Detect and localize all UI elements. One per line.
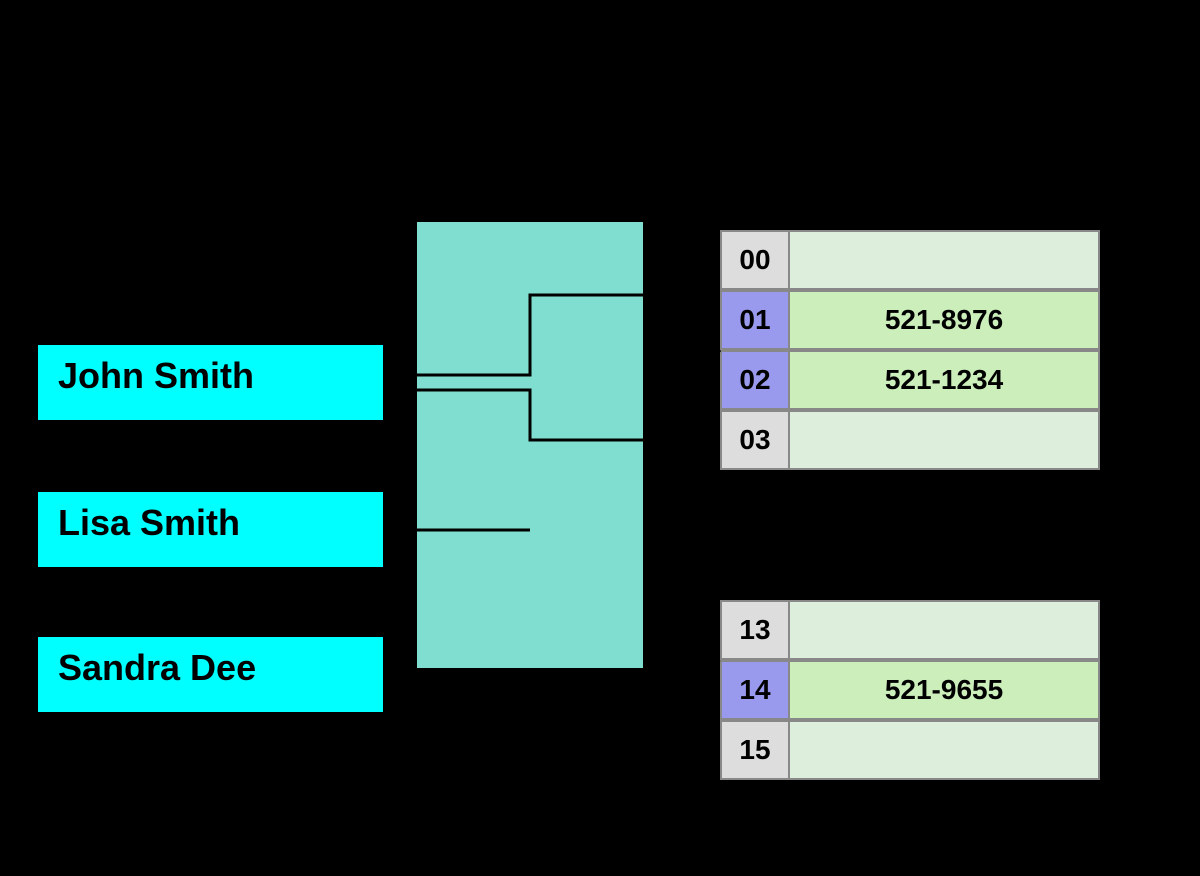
table-row: 13 bbox=[720, 600, 1100, 660]
row-index-14: 14 bbox=[720, 660, 790, 720]
main-container: John Smith Lisa Smith Sandra Dee 00 01 5… bbox=[0, 0, 1200, 876]
row-value-14: 521-9655 bbox=[790, 660, 1100, 720]
table-row: 02 521-1234 bbox=[720, 350, 1100, 410]
row-index-00: 00 bbox=[720, 230, 790, 290]
row-index-03: 03 bbox=[720, 410, 790, 470]
row-value-01: 521-8976 bbox=[790, 290, 1100, 350]
person-sandra-dee[interactable]: Sandra Dee bbox=[36, 635, 385, 714]
table-row: 15 bbox=[720, 720, 1100, 780]
row-index-01: 01 bbox=[720, 290, 790, 350]
table-row: 03 bbox=[720, 410, 1100, 470]
row-index-02: 02 bbox=[720, 350, 790, 410]
table-row: 00 bbox=[720, 230, 1100, 290]
row-index-13: 13 bbox=[720, 600, 790, 660]
table-row: 14 521-9655 bbox=[720, 660, 1100, 720]
table-group-2: 13 14 521-9655 15 bbox=[720, 600, 1100, 780]
hash-column bbox=[415, 220, 645, 670]
person-john-smith[interactable]: John Smith bbox=[36, 343, 385, 422]
row-value-00 bbox=[790, 230, 1100, 290]
row-value-15 bbox=[790, 720, 1100, 780]
table-group-1: 00 01 521-8976 02 521-1234 03 bbox=[720, 230, 1100, 470]
row-value-03 bbox=[790, 410, 1100, 470]
table-row: 01 521-8976 bbox=[720, 290, 1100, 350]
row-value-02: 521-1234 bbox=[790, 350, 1100, 410]
person-lisa-smith[interactable]: Lisa Smith bbox=[36, 490, 385, 569]
row-value-13 bbox=[790, 600, 1100, 660]
row-index-15: 15 bbox=[720, 720, 790, 780]
